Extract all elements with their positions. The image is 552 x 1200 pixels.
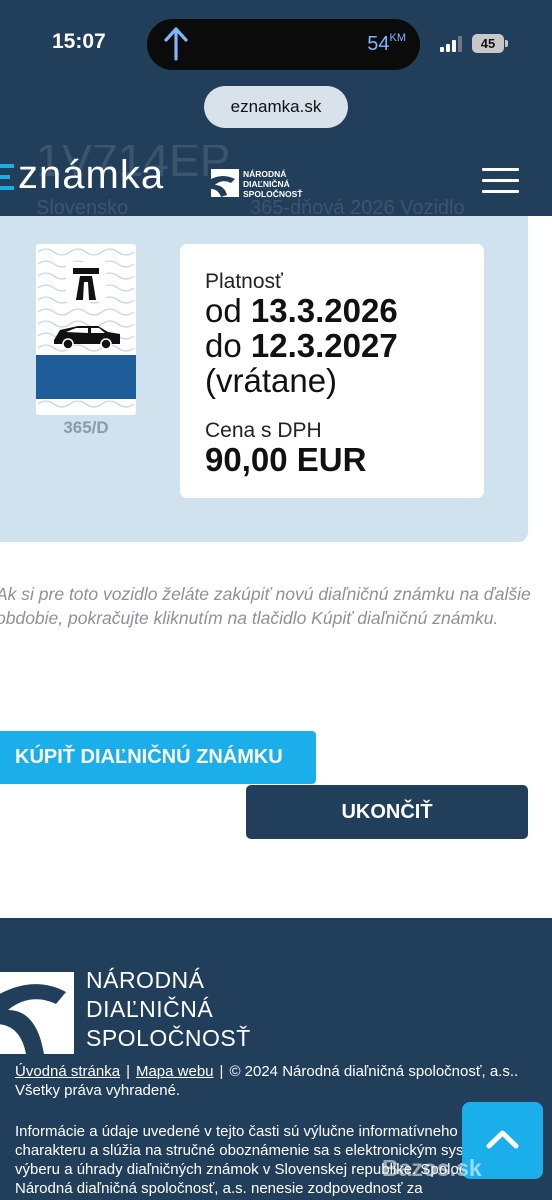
- status-time: 15:07: [52, 30, 106, 53]
- site-header: 1V714EP Slovensko 365-dňová 2026 Vozidlo…: [0, 145, 552, 216]
- renewal-info-text: Ak si pre toto vozidlo želáte zakúpiť no…: [0, 584, 531, 628]
- url-bar[interactable]: eznamka.sk: [204, 86, 348, 128]
- watermark-text: Bazos.sk: [382, 1155, 482, 1181]
- up-arrow-icon: [164, 27, 188, 61]
- valid-to-date: 12.3.2027: [250, 327, 398, 364]
- cellular-signal-icon: [440, 36, 462, 52]
- price-value: 90,00 EUR: [205, 441, 367, 478]
- end-button[interactable]: UKONČIŤ: [246, 785, 528, 839]
- ghost-country-text: Slovensko: [36, 197, 129, 216]
- valid-from-line: od 13.3.2026: [205, 292, 398, 329]
- battery-icon: 45: [472, 34, 508, 53]
- footer-brand-text: NÁRODNÁ DIAĽNIČNÁ SPOLOČNOSŤ: [86, 967, 251, 1051]
- nds-brand-text: NÁRODNÁ DIAĽNIČNÁ SPOLOČNOSŤ: [243, 169, 303, 199]
- ghost-type-text: 365-dňová 2026 Vozidlo: [250, 197, 465, 216]
- footer-links: Úvodná stránka | Mapa webu | © 2024 Národná …: [15, 1063, 519, 1099]
- vignette-id-label: 365/D: [63, 418, 109, 437]
- validity-label: Platnosť: [205, 270, 283, 293]
- nds-logo-icon: [211, 169, 239, 197]
- navigation-distance: 54KM: [367, 32, 406, 55]
- valid-from-date: 13.3.2026: [250, 292, 398, 329]
- status-bar: 15:07 54KM 45 eznamka.sk: [0, 0, 552, 145]
- logo-text[interactable]: známka: [18, 153, 164, 198]
- valid-inclusive: (vrátane): [205, 362, 338, 399]
- price-label: Cena s DPH: [205, 419, 322, 442]
- buy-vignette-button[interactable]: KÚPIŤ DIAĽNIČNÚ ZNÁMKU: [0, 731, 316, 784]
- footer-link-sitemap[interactable]: Mapa webu: [136, 1063, 214, 1080]
- valid-to-line: do 12.3.2027: [205, 327, 398, 364]
- footer-link-home[interactable]: Úvodná stránka: [15, 1063, 120, 1080]
- nds-footer-logo-icon: [0, 972, 74, 1054]
- logo-e-icon: [0, 164, 14, 190]
- dynamic-island[interactable]: 54KM: [147, 19, 420, 70]
- vignette-image: [36, 244, 136, 415]
- hamburger-menu-icon[interactable]: [482, 168, 519, 194]
- battery-level: 45: [472, 34, 504, 53]
